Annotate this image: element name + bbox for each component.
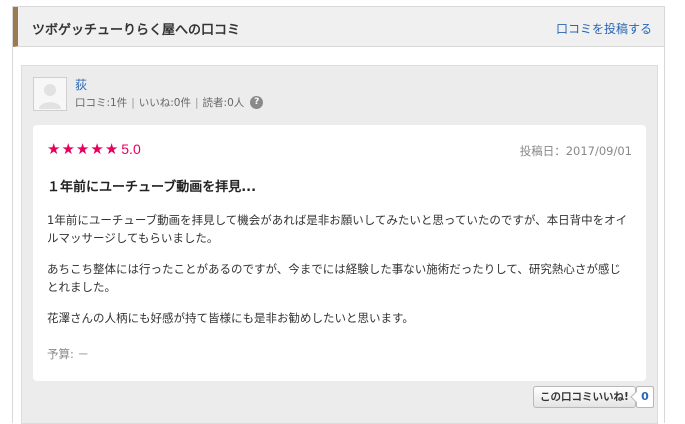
star-rating: ★ ★ ★ ★ ★ 5.0 [47,141,141,157]
star-icon: ★ [47,140,61,158]
like-total: いいね:0件 [138,97,191,109]
rating-score: 5.0 [121,141,141,157]
avatar[interactable] [33,77,67,111]
user-silhouette-icon [39,84,61,109]
like-count-badge: 0 [636,386,654,408]
star-icon: ★ [61,140,75,158]
review-paragraph: 1年前にユーチューブ動画を拝見して機会があれば是非お願いしてみたいと思っていたの… [47,213,628,245]
review-count: 口コミ:1件 [75,97,128,109]
star-icon: ★ [75,140,90,158]
help-icon[interactable]: ? [250,96,264,109]
review-body-panel: ★ ★ ★ ★ ★ 5.0 投稿日：2017/09/01 １年前にユーチューブ動… [33,125,646,381]
divider: | [131,96,135,109]
review-paragraph: 花澤さんの人柄にも好感が持て皆様にも是非お勧めしたいと思います。 [47,311,414,325]
section-header: ツボゲッチューりらく屋への口コミ 口コミを投稿する [13,7,664,47]
star-icon: ★ [104,140,119,158]
review-title: １年前にユーチューブ動画を拝見... [47,180,257,195]
reader-count: 読者:0人 [202,97,245,109]
section-title: ツボゲッチューりらく屋への口コミ [32,23,241,38]
like-review-button[interactable]: この口コミいいね! [533,386,636,408]
review-card: 荻 口コミ:1件 | いいね:0件 | 読者:0人 ? ★ ★ ★ ★ ★ 5.… [21,65,658,424]
review-paragraph: あちこち整体には行ったことがあるのですが、今までには経験した事ない施術だったりし… [47,262,621,294]
reviewer-stats: 口コミ:1件 | いいね:0件 | 読者:0人 ? [75,95,264,110]
post-review-link[interactable]: 口コミを投稿する [556,20,652,37]
star-icon: ★ [90,140,104,158]
divider: | [194,96,199,109]
post-date: 投稿日：2017/09/01 [519,144,632,158]
review-text: 1年前にユーチューブ動画を拝見して機会があれば是非お願いしてみたいと思っていたの… [47,211,631,340]
review-section: ツボゲッチューりらく屋への口コミ 口コミを投稿する 荻 口コミ:1件 | いいね… [12,6,665,424]
budget: 予算: － [47,347,90,361]
reviewer-name[interactable]: 荻 [75,76,87,93]
